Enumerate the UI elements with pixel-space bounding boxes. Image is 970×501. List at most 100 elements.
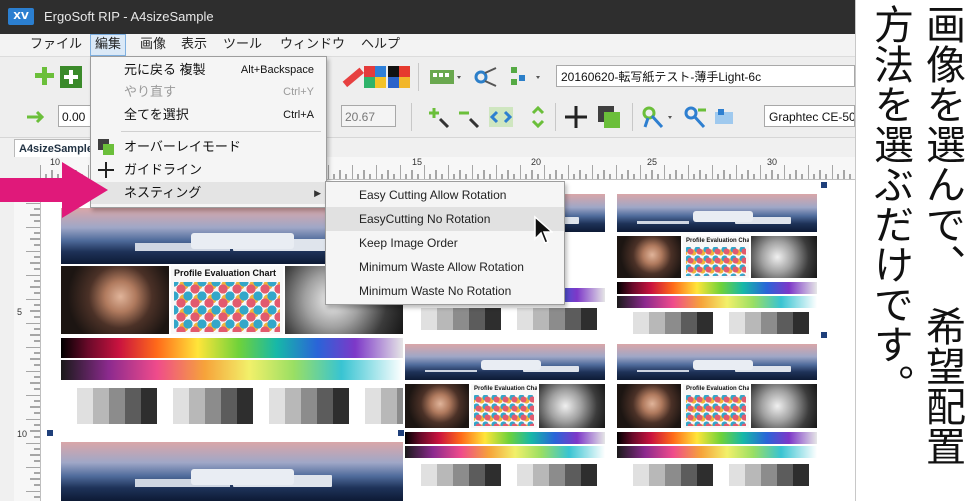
color-dots bbox=[174, 282, 280, 332]
selection-handle[interactable] bbox=[821, 332, 827, 338]
add-job-icon[interactable] bbox=[58, 64, 84, 90]
menu-item-label: Keep Image Order bbox=[359, 236, 458, 250]
menu-bar: ファイル 編集 画像 表示 ツール ウィンドウ ヘルプ bbox=[0, 34, 855, 57]
move-right-icon[interactable] bbox=[24, 104, 50, 130]
printer-queue-icon[interactable] bbox=[428, 64, 461, 90]
document-tab[interactable]: A4sizeSample bbox=[14, 139, 93, 157]
color-dots bbox=[686, 247, 746, 276]
cutter-send-icon[interactable] bbox=[682, 104, 708, 130]
menu-window[interactable]: ウィンドウ bbox=[276, 36, 349, 54]
submenu-arrow-icon: ▶ bbox=[314, 188, 321, 198]
gray-patches[interactable] bbox=[61, 388, 403, 424]
menu-tools[interactable]: ツール bbox=[219, 36, 266, 54]
nesting-keep-image-order[interactable]: Keep Image Order bbox=[326, 231, 564, 255]
selection-handle[interactable] bbox=[398, 430, 404, 436]
menu-view[interactable]: 表示 bbox=[177, 36, 211, 54]
menu-guideline[interactable]: ガイドライン bbox=[91, 159, 326, 181]
gray-patches[interactable] bbox=[405, 464, 605, 486]
nesting-minimum-waste-no-rotation[interactable]: Minimum Waste No Rotation bbox=[326, 279, 564, 303]
menu-image[interactable]: 画像 bbox=[136, 36, 170, 54]
offset-field[interactable]: 0.00 bbox=[58, 105, 92, 127]
zoom-out-icon[interactable] bbox=[456, 104, 482, 130]
rainbow-strip[interactable] bbox=[61, 360, 403, 380]
cut-layout-icon[interactable] bbox=[472, 64, 498, 90]
ruler-ticks bbox=[14, 179, 40, 501]
cutter-device-combo[interactable]: Graphtec CE-50 bbox=[764, 105, 855, 127]
menu-nesting[interactable]: ネスティング ▶ bbox=[91, 182, 326, 204]
cut-preview-icon[interactable] bbox=[712, 104, 738, 130]
nesting-easy-cutting-no-rotation[interactable]: EasyCutting No Rotation bbox=[326, 207, 564, 231]
color-grid-icon[interactable] bbox=[386, 64, 412, 90]
cross-guide-icon[interactable] bbox=[563, 104, 589, 130]
selection-handle[interactable] bbox=[47, 430, 53, 436]
overlay-icon bbox=[98, 139, 114, 155]
edit-menu-dropdown: 元に戻る 複製 Alt+Backspace やり直す Ctrl+Y 全てを選択 … bbox=[90, 56, 327, 208]
nesting-easy-cutting-allow-rotation[interactable]: Easy Cutting Allow Rotation bbox=[326, 183, 564, 207]
toolbar-separator bbox=[418, 63, 419, 91]
harbor-photo[interactable] bbox=[405, 344, 605, 380]
nesting-tool-icon[interactable] bbox=[508, 64, 540, 90]
zoom-in-icon[interactable] bbox=[426, 104, 452, 130]
menu-help[interactable]: ヘルプ bbox=[357, 36, 404, 54]
menu-item-label: やり直す bbox=[124, 84, 177, 99]
width-field[interactable]: 20.67 bbox=[341, 105, 396, 127]
nesting-minimum-waste-allow-rotation[interactable]: Minimum Waste Allow Rotation bbox=[326, 255, 564, 279]
evaluation-chart-panel[interactable]: Profile Evaluation Chart bbox=[471, 384, 537, 428]
menu-item-label: ガイドライン bbox=[124, 162, 203, 177]
portrait-photo[interactable] bbox=[617, 384, 681, 428]
rainbow-strip[interactable] bbox=[617, 446, 817, 458]
rainbow-strip[interactable] bbox=[617, 282, 817, 294]
chart-title: Profile Evaluation Chart bbox=[174, 268, 277, 278]
gray-patches[interactable] bbox=[617, 312, 817, 334]
caption-line-3: 希望配置 bbox=[919, 306, 965, 466]
menu-redo[interactable]: やり直す Ctrl+Y bbox=[91, 81, 326, 103]
bw-photo[interactable] bbox=[751, 236, 817, 278]
color-tiles-icon[interactable] bbox=[362, 64, 388, 90]
shortcut-label: Ctrl+A bbox=[283, 109, 314, 121]
evaluation-chart-panel[interactable]: Profile Evaluation Chart bbox=[683, 384, 749, 428]
menu-file[interactable]: ファイル bbox=[26, 36, 86, 54]
profile-combo[interactable]: 20160620-転写紙テスト-薄手Light-6c bbox=[556, 65, 855, 87]
caption-line-1: 画像を選んで、 bbox=[919, 4, 965, 284]
add-image-icon[interactable] bbox=[32, 64, 58, 90]
rainbow-strip[interactable] bbox=[61, 338, 403, 358]
menu-select-all[interactable]: 全てを選択 Ctrl+A bbox=[91, 104, 326, 126]
evaluation-chart-panel[interactable]: Profile Evaluation Chart bbox=[171, 266, 283, 334]
portrait-photo[interactable] bbox=[61, 266, 169, 334]
bw-photo[interactable] bbox=[539, 384, 605, 428]
fit-width-icon[interactable] bbox=[488, 104, 514, 130]
rainbow-strip[interactable] bbox=[617, 296, 817, 308]
color-dots bbox=[686, 395, 746, 426]
portrait-photo[interactable] bbox=[405, 384, 469, 428]
ruler-number: 10 bbox=[17, 429, 28, 439]
portrait-photo[interactable] bbox=[617, 236, 681, 278]
selection-handle[interactable] bbox=[821, 182, 827, 188]
toolbar-separator bbox=[632, 103, 633, 131]
chart-title: Profile Evaluation Chart bbox=[474, 386, 537, 392]
menu-undo-duplicate[interactable]: 元に戻る 複製 Alt+Backspace bbox=[91, 59, 326, 81]
menu-item-label: Easy Cutting Allow Rotation bbox=[359, 188, 507, 202]
menu-item-label: オーバーレイモード bbox=[124, 139, 241, 154]
bw-photo[interactable] bbox=[751, 384, 817, 428]
rainbow-strip[interactable] bbox=[617, 432, 817, 444]
chart-title: Profile Evaluation Chart bbox=[686, 238, 749, 244]
evaluation-chart-panel[interactable]: Profile Evaluation Chart bbox=[683, 236, 749, 278]
menu-item-label: Minimum Waste Allow Rotation bbox=[359, 260, 524, 274]
harbor-photo[interactable] bbox=[61, 442, 403, 501]
menu-item-label: EasyCutting No Rotation bbox=[359, 212, 491, 226]
nesting-submenu: Easy Cutting Allow Rotation EasyCutting … bbox=[325, 181, 565, 305]
chart-title: Profile Evaluation Chart bbox=[686, 386, 749, 392]
side-caption: 画像を選んで、 方法を選ぶだけです。 希望配置 bbox=[862, 0, 970, 501]
rainbow-strip[interactable] bbox=[405, 446, 605, 458]
gray-patches[interactable] bbox=[405, 308, 605, 330]
gray-patches[interactable] bbox=[617, 464, 817, 486]
harbor-photo[interactable] bbox=[617, 344, 817, 380]
fit-height-icon[interactable] bbox=[525, 104, 551, 130]
rainbow-strip[interactable] bbox=[405, 432, 605, 444]
menu-overlay-mode[interactable]: オーバーレイモード bbox=[91, 136, 326, 158]
menu-edit[interactable]: 編集 bbox=[90, 34, 127, 56]
harbor-photo[interactable] bbox=[617, 194, 817, 232]
app-logo-icon: XV bbox=[8, 8, 34, 25]
overlay-icon[interactable] bbox=[596, 104, 622, 130]
cutter-tool-icon[interactable] bbox=[640, 104, 672, 130]
